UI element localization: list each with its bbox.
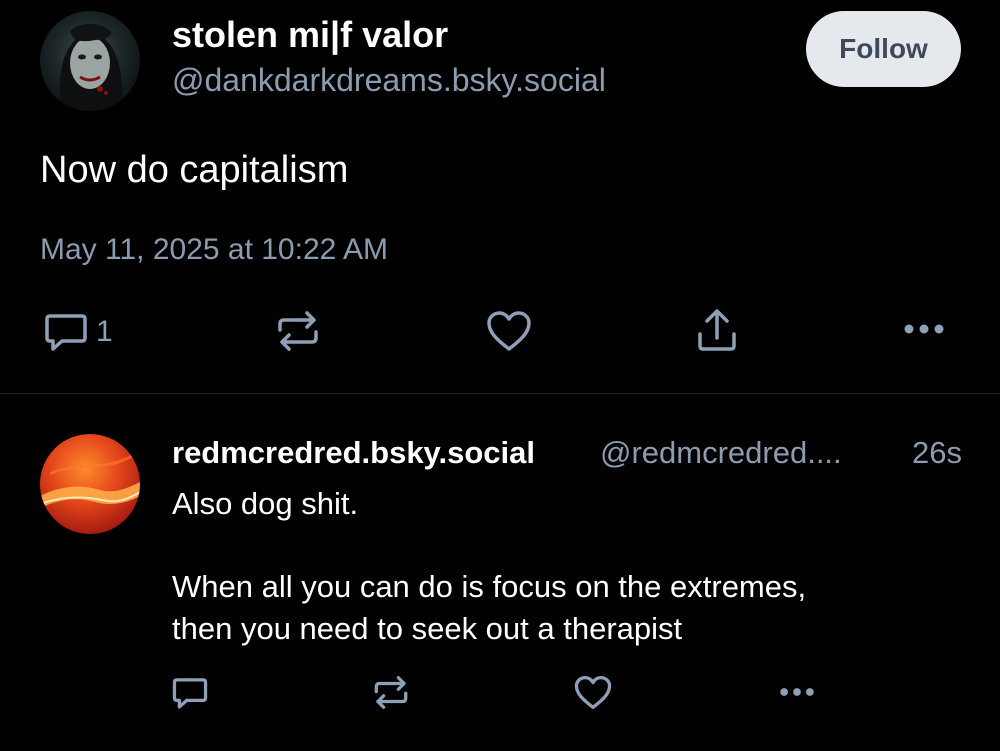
repost-button[interactable]: [276, 310, 320, 352]
post-timestamp: May 11, 2025 at 10:22 AM: [40, 233, 389, 266]
avatar-portrait-image: [59, 23, 123, 111]
user-handle[interactable]: @dankdarkdreams.bsky.social: [172, 60, 606, 100]
reply-icon: [172, 678, 208, 709]
reply-repost-button[interactable]: [373, 675, 409, 710]
repost-icon: [278, 311, 318, 351]
display-name[interactable]: stolen mi|f valor: [172, 14, 448, 56]
reply-avatar[interactable]: [40, 434, 140, 534]
reply-reply-button[interactable]: [172, 676, 208, 710]
reply-display-name[interactable]: redmcredred.bsky.social: [172, 433, 535, 473]
more-icon: [780, 688, 814, 696]
share-button[interactable]: [696, 308, 738, 352]
reply-icon: [45, 314, 87, 351]
follow-button[interactable]: Follow: [806, 11, 961, 87]
divider: [0, 393, 1000, 394]
reply-text-line: then you need to seek out a therapist: [172, 611, 683, 646]
reply-more-options-button[interactable]: [776, 686, 818, 698]
reply-count: 1: [96, 315, 113, 348]
like-button[interactable]: [486, 310, 532, 352]
like-icon: [487, 311, 531, 351]
more-options-button[interactable]: [902, 322, 946, 336]
main-post: stolen mi|f valor @dankdarkdreams.bsky.s…: [0, 0, 1000, 393]
reply-user-handle[interactable]: @redmcredred....: [600, 433, 842, 473]
reply-avatar-image: [40, 450, 140, 508]
like-icon: [574, 675, 612, 710]
reply-button[interactable]: 1: [44, 312, 113, 352]
repost-icon: [374, 676, 408, 709]
share-icon: [698, 309, 736, 351]
more-icon: [904, 324, 944, 334]
reply-like-button[interactable]: [574, 675, 612, 710]
reply-text-line: When all you can do is focus on the extr…: [172, 569, 807, 604]
avatar[interactable]: [40, 11, 140, 111]
reply-timestamp: 26s: [912, 435, 962, 470]
post-text: Now do capitalism: [40, 149, 349, 191]
reply-header: redmcredred.bsky.social @redmcredred....…: [172, 433, 962, 473]
reply-text-line: Also dog shit.: [172, 486, 359, 521]
